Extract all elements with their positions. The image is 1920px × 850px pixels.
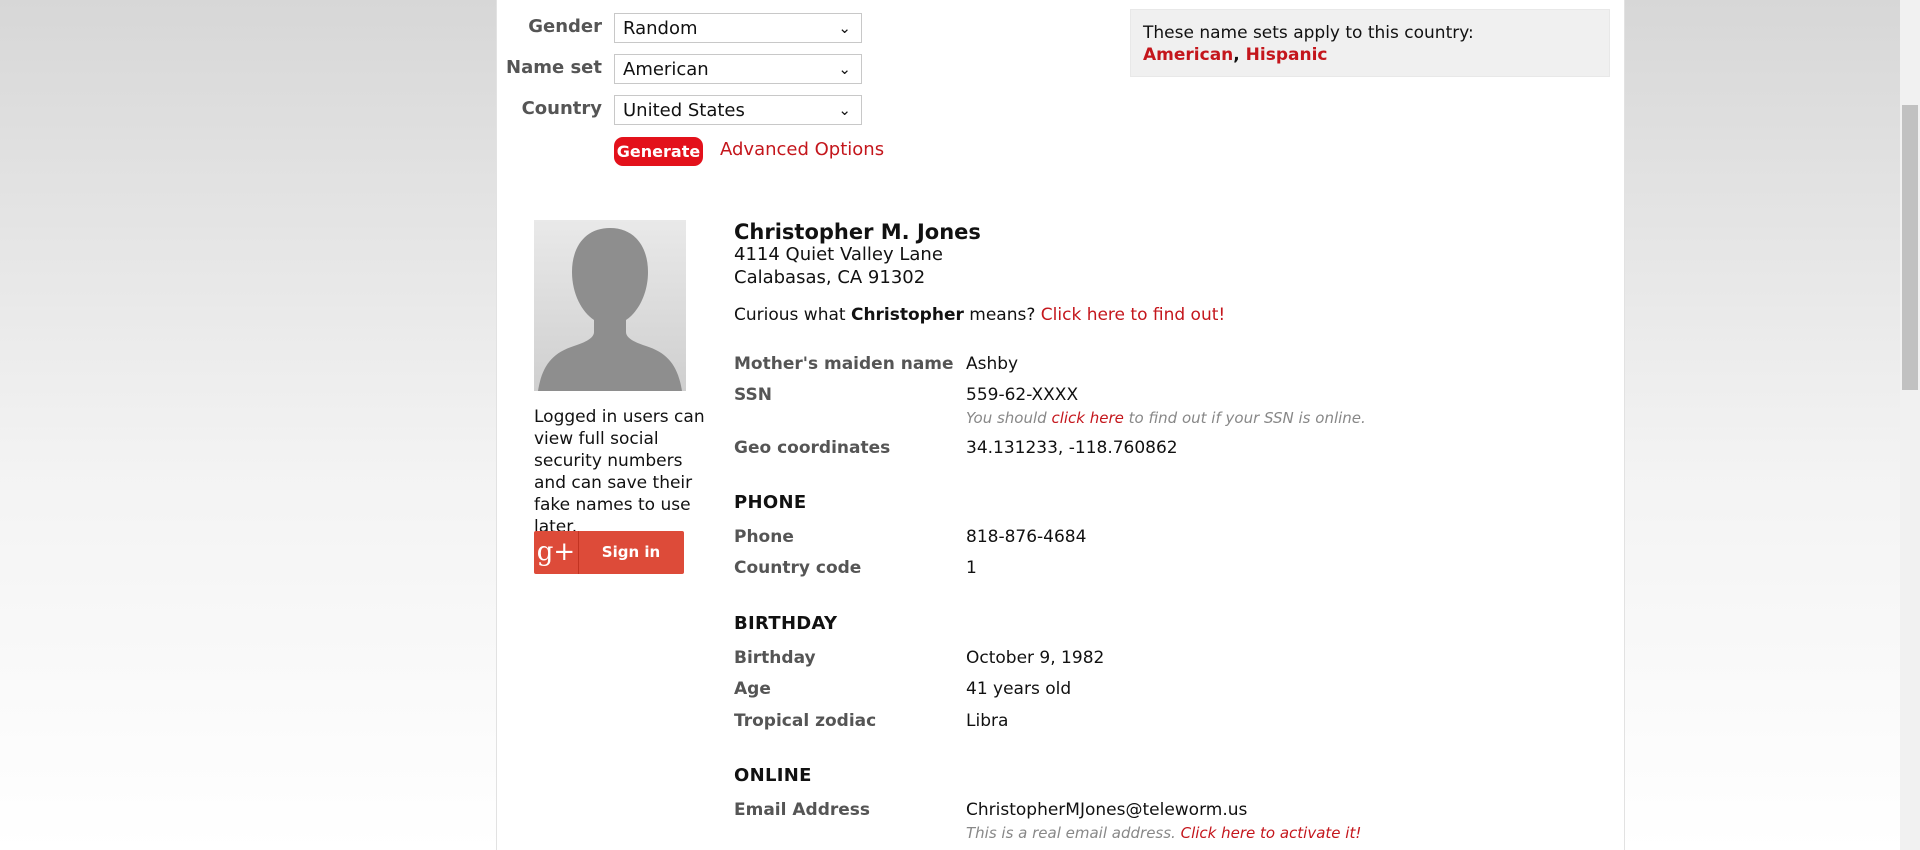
- geo-label: Geo coordinates: [734, 438, 891, 458]
- ssn-check-link[interactable]: click here: [1051, 409, 1123, 427]
- email-value: ChristopherMJones@teleworm.us: [966, 800, 1248, 820]
- gender-label: Gender: [528, 16, 602, 37]
- name-meaning-line: Curious what Christopher means? Click he…: [734, 305, 1225, 325]
- phone-heading: PHONE: [734, 492, 807, 513]
- chevron-down-icon: ⌄: [838, 60, 851, 78]
- maiden-name-label: Mother's maiden name: [734, 354, 954, 374]
- ssn-note: You should click here to find out if you…: [966, 409, 1366, 427]
- person-name: Christopher M. Jones: [734, 220, 981, 244]
- signin-label: Sign in: [601, 543, 661, 561]
- nameset-link-american[interactable]: American: [1143, 45, 1233, 65]
- email-label: Email Address: [734, 800, 871, 820]
- avatar: [534, 220, 686, 391]
- ssn-value: 559-62-XXXX: [966, 385, 1079, 405]
- country-select-value: United States: [623, 100, 745, 121]
- country-select[interactable]: United States ⌄: [614, 95, 862, 125]
- nameset-separator: ,: [1233, 45, 1240, 65]
- generate-button[interactable]: Generate: [614, 137, 703, 166]
- zodiac-label: Tropical zodiac: [734, 711, 877, 731]
- birthday-heading: BIRTHDAY: [734, 613, 838, 634]
- curious-suffix: means?: [969, 305, 1036, 325]
- country-code-label: Country code: [734, 558, 862, 578]
- country-code-value: 1: [966, 558, 977, 578]
- ssn-note-prefix: You should: [966, 409, 1047, 427]
- ssn-note-suffix: to find out if your SSN is online.: [1128, 409, 1366, 427]
- nameset-info-text: These name sets apply to this country:: [1143, 23, 1474, 43]
- age-label: Age: [734, 679, 771, 699]
- country-label: Country: [521, 98, 602, 119]
- geo-coordinates-link[interactable]: 34.131233, -118.760862: [966, 438, 1178, 458]
- zodiac-value: Libra: [966, 711, 1009, 731]
- online-heading: ONLINE: [734, 765, 812, 786]
- chevron-down-icon: ⌄: [838, 101, 851, 119]
- email-note-prefix: This is a real email address.: [966, 824, 1176, 842]
- ssn-label: SSN: [734, 385, 772, 405]
- address-city: Calabasas, CA 91302: [734, 267, 926, 288]
- first-name: Christopher: [850, 305, 964, 325]
- nameset-label: Name set: [506, 57, 602, 78]
- page-scrollbar[interactable]: [1900, 0, 1920, 850]
- name-meaning-link[interactable]: Click here to find out!: [1041, 305, 1225, 325]
- gender-select-value: Random: [623, 18, 698, 39]
- maiden-name-value: Ashby: [966, 354, 1019, 374]
- email-activate-link[interactable]: Click here to activate it!: [1181, 824, 1362, 842]
- phone-label: Phone: [734, 527, 794, 547]
- login-info-text: Logged in users can view full social sec…: [534, 407, 705, 537]
- chevron-down-icon: ⌄: [838, 19, 851, 37]
- google-signin-button[interactable]: g+ Sign in: [534, 531, 684, 574]
- address-street: 4114 Quiet Valley Lane: [734, 244, 943, 265]
- birthday-label: Birthday: [734, 648, 816, 668]
- email-note: This is a real email address. Click here…: [966, 824, 1361, 842]
- google-plus-icon: g+: [534, 531, 579, 574]
- birthday-value: October 9, 1982: [966, 648, 1105, 668]
- person-silhouette-icon: [538, 228, 682, 391]
- nameset-info-box: These name sets apply to this country: A…: [1130, 9, 1610, 77]
- nameset-link-hispanic[interactable]: Hispanic: [1246, 45, 1328, 65]
- scrollbar-thumb[interactable]: [1902, 105, 1918, 390]
- age-value: 41 years old: [966, 679, 1072, 699]
- nameset-select-value: American: [623, 59, 709, 80]
- curious-prefix: Curious what: [734, 305, 846, 325]
- gender-select[interactable]: Random ⌄: [614, 13, 862, 43]
- nameset-select[interactable]: American ⌄: [614, 54, 862, 84]
- phone-value: 818-876-4684: [966, 527, 1087, 547]
- advanced-options-link[interactable]: Advanced Options: [720, 139, 884, 160]
